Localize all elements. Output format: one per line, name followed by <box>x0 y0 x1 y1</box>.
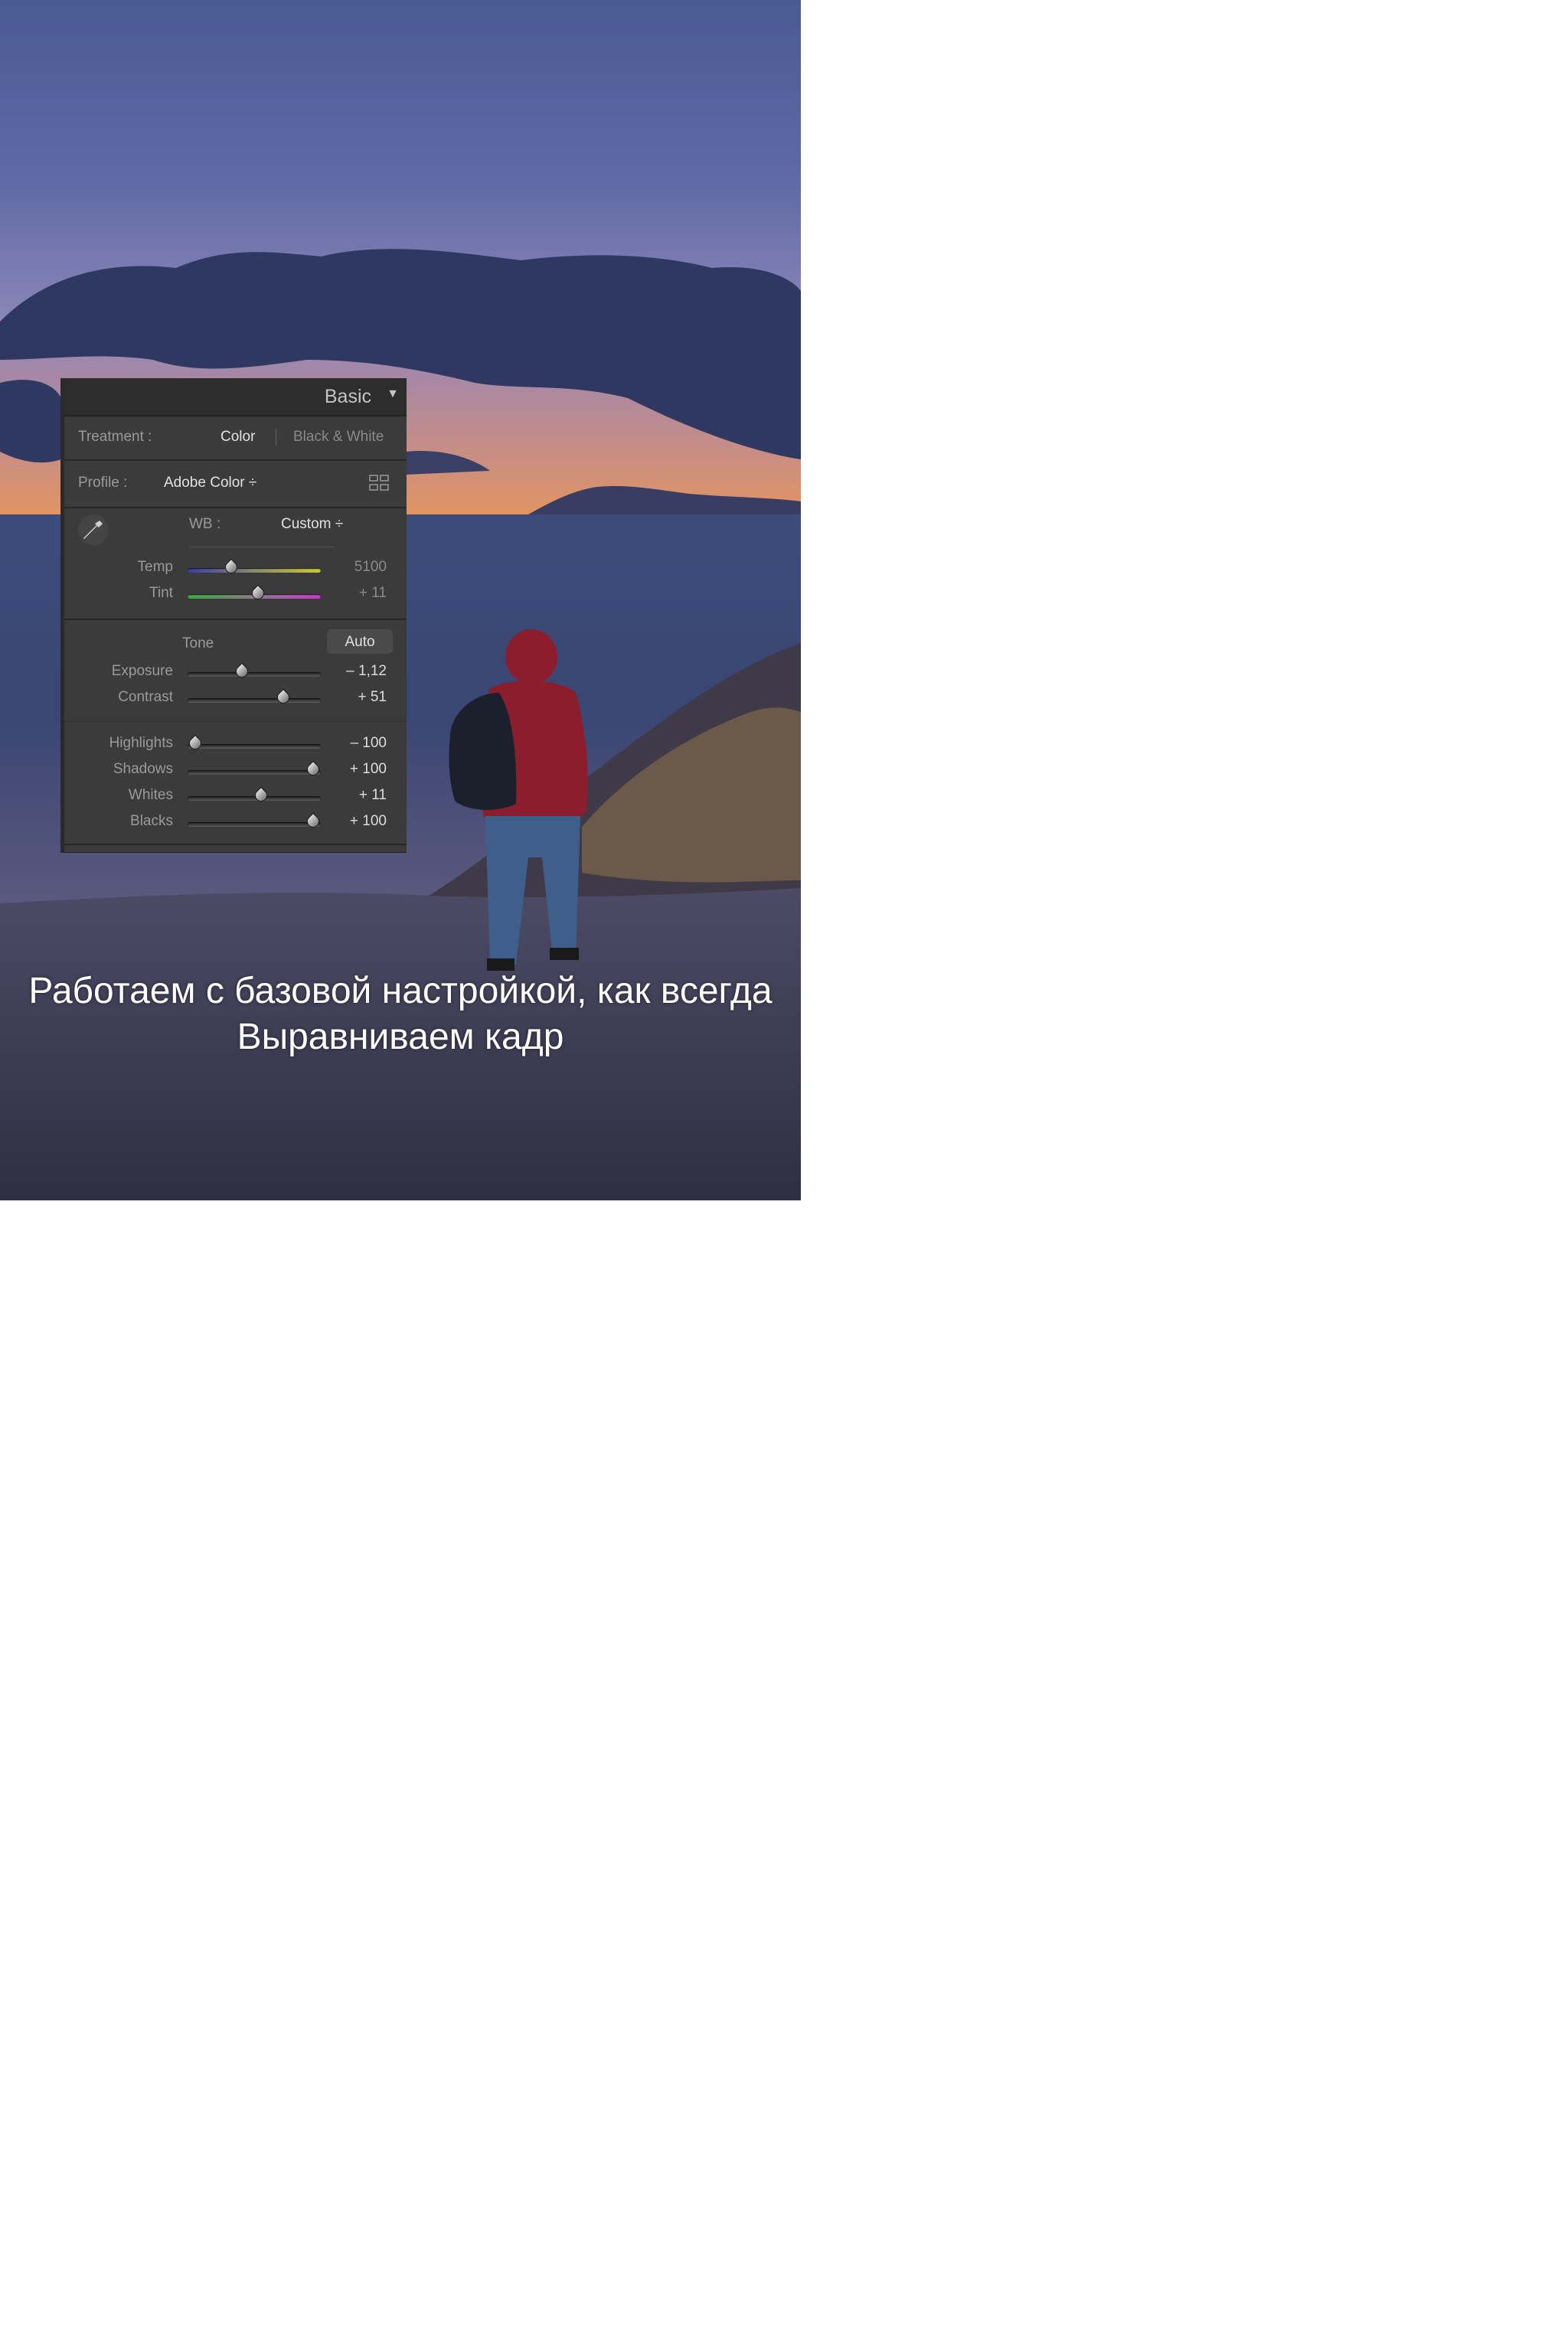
treatment-label: Treatment : <box>78 429 152 445</box>
profile-row: Profile : Adobe Color ÷ <box>64 461 407 507</box>
tint-value[interactable]: + 11 <box>318 585 387 602</box>
exposure-value[interactable]: – 1,12 <box>318 663 387 680</box>
collapse-triangle-icon[interactable]: ▼ <box>387 387 399 401</box>
treatment-bw-option[interactable]: Black & White <box>293 429 384 446</box>
divider <box>64 721 407 722</box>
shadows-slider[interactable] <box>188 770 321 775</box>
cloud-left <box>0 380 61 463</box>
shadows-value[interactable]: + 100 <box>318 761 387 778</box>
treatment-row: Treatment : Color Black & White <box>64 416 407 459</box>
wb-dropdown[interactable]: Custom ÷ <box>281 516 343 533</box>
whites-slider[interactable] <box>188 796 321 801</box>
highlights-shadows-section: Highlights – 100 Shadows + 100 Whites + … <box>64 723 407 851</box>
slider-label: Temp <box>137 559 173 575</box>
highlights-slider[interactable] <box>188 744 321 749</box>
profile-browser-grid-icon[interactable] <box>369 475 389 491</box>
auto-button-label: Auto <box>345 634 375 650</box>
basic-panel: Basic ▼ Treatment : Color Black & White … <box>60 378 407 853</box>
contrast-value[interactable]: + 51 <box>318 689 387 706</box>
contrast-slider[interactable] <box>188 698 321 703</box>
highlights-value[interactable]: – 100 <box>318 735 387 752</box>
caption-line-2: Выравниваем кадр <box>237 1017 564 1057</box>
slider-label: Exposure <box>111 663 173 679</box>
slider-label: Shadows <box>113 761 173 777</box>
eyedropper-icon[interactable] <box>77 513 110 547</box>
tint-slider[interactable] <box>188 594 321 599</box>
caption-line-1: Работаем с базовой настройкой, как всегд… <box>28 971 773 1011</box>
tone-section: Tone Auto Exposure – 1,12 Contrast + 51 <box>64 620 407 721</box>
temp-slider[interactable] <box>188 568 321 573</box>
panel-header[interactable]: Basic ▼ <box>64 378 407 416</box>
profile-dropdown[interactable]: Adobe Color ÷ <box>164 475 256 491</box>
blacks-slider[interactable] <box>188 822 321 827</box>
treatment-color-option[interactable]: Color <box>220 429 255 446</box>
temp-value[interactable]: 5100 <box>318 559 387 576</box>
slider-label: Highlights <box>109 735 173 751</box>
whites-value[interactable]: + 11 <box>318 787 387 804</box>
wb-section: WB : Custom ÷ Temp 5100 Tint + 11 <box>64 508 407 619</box>
tone-label: Tone <box>182 635 214 651</box>
caption: Работаем с базовой настройкой, как всегд… <box>0 968 801 1060</box>
slider-label: Blacks <box>130 813 173 829</box>
auto-button[interactable]: Auto <box>327 629 393 654</box>
panel-title: Basic <box>324 386 371 407</box>
slider-label: Contrast <box>118 689 173 705</box>
slider-label: Tint <box>149 585 173 601</box>
exposure-slider[interactable] <box>188 672 321 677</box>
slider-label: Whites <box>128 787 173 803</box>
divider <box>64 844 407 845</box>
profile-label: Profile : <box>78 475 128 491</box>
shoe <box>550 948 579 960</box>
wb-label: WB : <box>189 516 221 532</box>
blacks-value[interactable]: + 100 <box>318 813 387 830</box>
